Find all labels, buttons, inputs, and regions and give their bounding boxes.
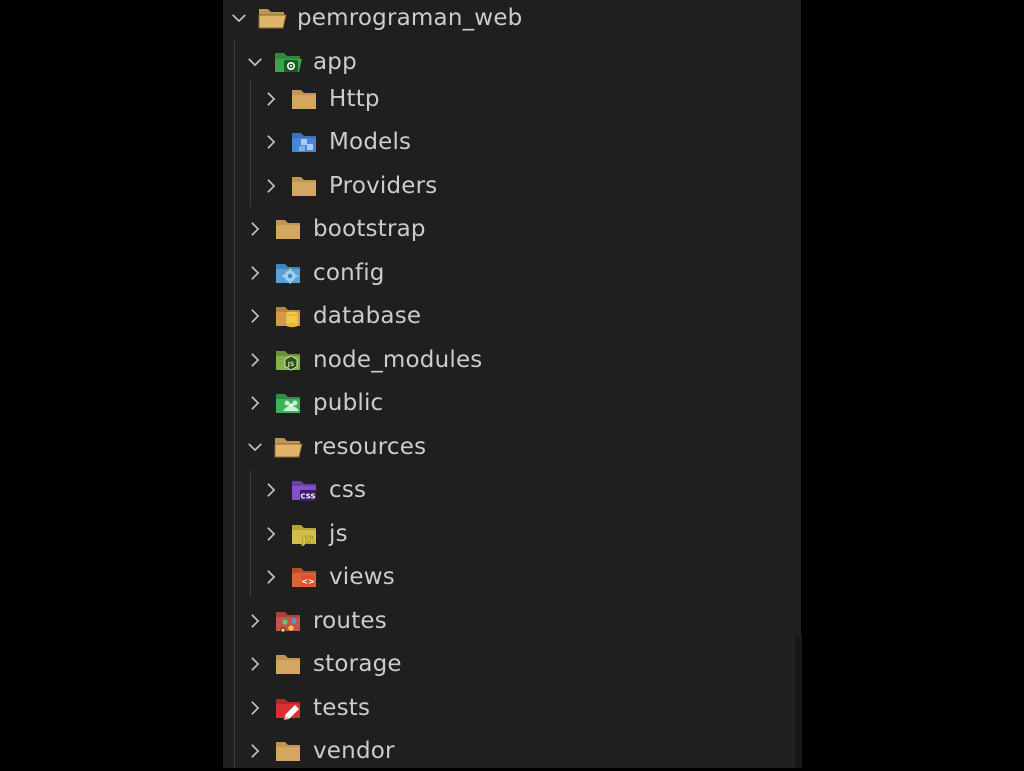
folder-tests-icon <box>273 695 303 721</box>
tree-item-label: bootstrap <box>313 216 426 242</box>
chevron-right-icon[interactable] <box>244 740 266 762</box>
tree-item-database[interactable]: database <box>223 296 793 336</box>
folder-icon <box>289 86 319 112</box>
chevron-right-icon[interactable] <box>244 697 266 719</box>
tree-item-js[interactable]: JS js <box>223 514 793 554</box>
tree-item-public[interactable]: public <box>223 383 793 423</box>
svg-text:CSS: CSS <box>300 493 315 501</box>
tree-item-label: vendor <box>313 738 395 764</box>
tree-item-routes[interactable]: routes <box>223 601 793 641</box>
tree-item-label: routes <box>313 608 387 634</box>
chevron-right-icon[interactable] <box>260 566 282 588</box>
tree-item-resources[interactable]: resources <box>223 427 793 467</box>
folder-views-icon: <> <box>289 564 319 590</box>
tree-item-label: tests <box>313 695 371 721</box>
tree-item-label: js <box>329 521 348 547</box>
tree-item-label: pemrograman_web <box>297 5 523 31</box>
tree-item-css[interactable]: CSS css <box>223 470 793 510</box>
tree-item-label: Http <box>329 86 380 112</box>
tree-item-label: css <box>329 477 367 503</box>
folder-app-icon <box>273 49 303 75</box>
tree-item-label: app <box>313 49 357 75</box>
tree-item-label: Providers <box>329 173 438 199</box>
tree-item-tests[interactable]: tests <box>223 688 793 728</box>
scrollbar-thumb[interactable] <box>793 636 802 768</box>
chevron-down-icon[interactable] <box>244 51 266 73</box>
chevron-right-icon[interactable] <box>244 218 266 240</box>
folder-public-icon <box>273 390 303 416</box>
tree-item-storage[interactable]: storage <box>223 644 793 684</box>
chevron-down-icon[interactable] <box>244 436 266 458</box>
chevron-right-icon[interactable] <box>244 349 266 371</box>
tree-item-config[interactable]: config <box>223 253 793 293</box>
tree-item-vendor[interactable]: vendor <box>223 731 793 771</box>
folder-icon <box>273 738 303 764</box>
folder-js-icon: JS <box>289 521 319 547</box>
chevron-right-icon[interactable] <box>260 523 282 545</box>
chevron-right-icon[interactable] <box>244 262 266 284</box>
svg-text:JS: JS <box>287 361 295 368</box>
tree-item-label: views <box>329 564 395 590</box>
tree-item-app[interactable]: app <box>223 42 793 82</box>
tree-item-label: storage <box>313 651 402 677</box>
tree-item-providers[interactable]: Providers <box>223 166 793 206</box>
tree-item-label: Models <box>329 129 412 155</box>
tree-item-label: database <box>313 303 422 329</box>
tree-item-label: node_modules <box>313 347 483 373</box>
tree-item-node-modules[interactable]: JS node_modules <box>223 340 793 380</box>
folder-open-icon <box>273 434 303 460</box>
chevron-right-icon[interactable] <box>244 653 266 675</box>
chevron-down-icon[interactable] <box>228 7 250 29</box>
folder-icon <box>273 651 303 677</box>
folder-icon <box>289 173 319 199</box>
tree-item-views[interactable]: <> views <box>223 557 793 597</box>
svg-text:<>: <> <box>301 577 314 586</box>
folder-node-icon: JS <box>273 347 303 373</box>
tree-item-label: resources <box>313 434 427 460</box>
chevron-right-icon[interactable] <box>244 392 266 414</box>
chevron-right-icon[interactable] <box>260 175 282 197</box>
folder-config-icon <box>273 260 303 286</box>
folder-icon <box>273 216 303 242</box>
chevron-right-icon[interactable] <box>244 305 266 327</box>
chevron-right-icon[interactable] <box>244 610 266 632</box>
chevron-right-icon[interactable] <box>260 88 282 110</box>
folder-database-icon <box>273 303 303 329</box>
folder-routes-icon <box>273 608 303 634</box>
tree-item-models[interactable]: Models <box>223 122 793 162</box>
tree-item-pemrograman-web[interactable]: pemrograman_web <box>223 0 793 38</box>
tree-item-label: config <box>313 260 385 286</box>
svg-text:JS: JS <box>301 534 314 547</box>
tree-item-http[interactable]: Http <box>223 79 793 119</box>
chevron-right-icon[interactable] <box>260 479 282 501</box>
folder-css-icon: CSS <box>289 477 319 503</box>
tree-item-label: public <box>313 390 384 416</box>
tree-item-bootstrap[interactable]: bootstrap <box>223 209 793 249</box>
folder-open-icon <box>257 5 287 31</box>
folder-models-icon <box>289 129 319 155</box>
chevron-right-icon[interactable] <box>260 131 282 153</box>
